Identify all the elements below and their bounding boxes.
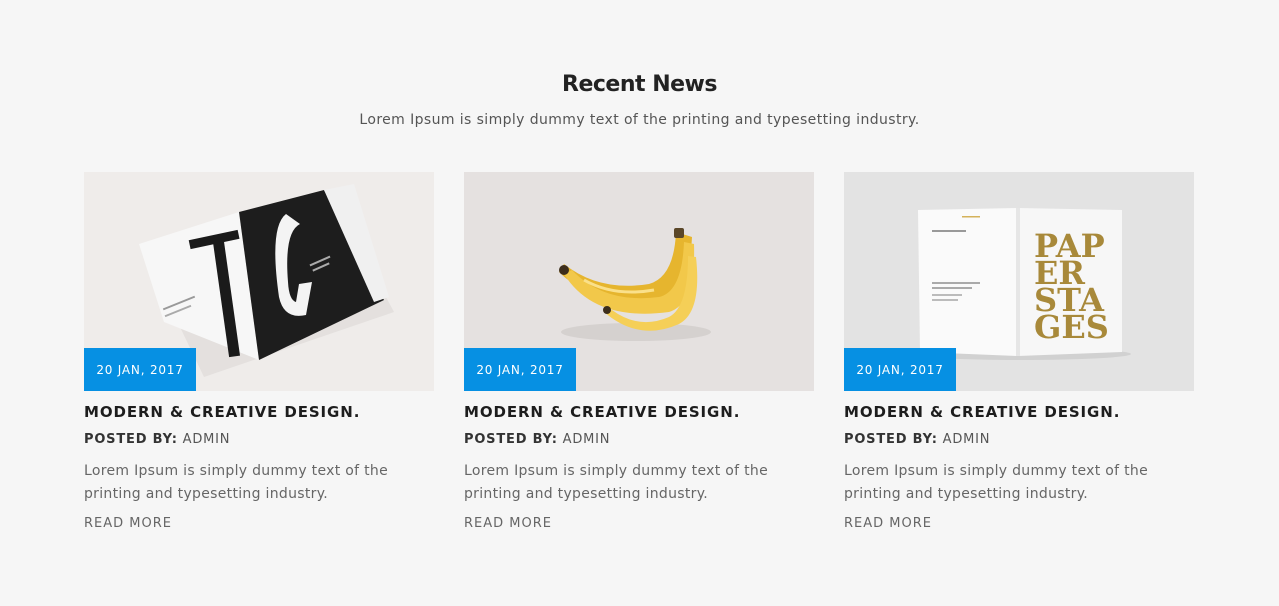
author-name[interactable]: ADMIN — [943, 432, 991, 447]
card-title[interactable]: MODERN & CREATIVE DESIGN. — [464, 403, 814, 421]
author-name[interactable]: ADMIN — [183, 432, 231, 447]
section-title: Recent News — [562, 72, 717, 97]
post-meta: POSTED BY: ADMIN — [84, 432, 434, 447]
recent-news-section: Recent News Lorem Ipsum is simply dummy … — [0, 0, 1279, 606]
post-excerpt: Lorem Ipsum is simply dummy text of the … — [84, 463, 388, 502]
posted-by-label: POSTED BY: — [464, 432, 558, 447]
read-more-link[interactable]: READ MORE — [464, 516, 552, 531]
date-badge: 20 JAN, 2017 — [844, 348, 956, 391]
read-more-link[interactable]: READ MORE — [844, 516, 932, 531]
author-name[interactable]: ADMIN — [563, 432, 611, 447]
news-card: PAP ER STA GES 20 JAN, 2017 MODERN & CRE… — [844, 172, 1194, 531]
card-title[interactable]: MODERN & CREATIVE DESIGN. — [844, 403, 1194, 421]
news-card: 20 JAN, 2017 MODERN & CREATIVE DESIGN. P… — [84, 172, 434, 531]
news-card: 20 JAN, 2017 MODERN & CREATIVE DESIGN. P… — [464, 172, 814, 531]
bananas-image[interactable]: 20 JAN, 2017 — [464, 172, 814, 391]
paper-stages-book-image[interactable]: PAP ER STA GES 20 JAN, 2017 — [844, 172, 1194, 391]
svg-text:GES: GES — [1034, 308, 1109, 346]
post-meta: POSTED BY: ADMIN — [844, 432, 1194, 447]
date-badge: 20 JAN, 2017 — [84, 348, 196, 391]
card-title[interactable]: MODERN & CREATIVE DESIGN. — [84, 403, 434, 421]
post-excerpt: Lorem Ipsum is simply dummy text of the … — [464, 463, 768, 502]
date-badge: 20 JAN, 2017 — [464, 348, 576, 391]
magazine-tg-image[interactable]: 20 JAN, 2017 — [84, 172, 434, 391]
read-more-link[interactable]: READ MORE — [84, 516, 172, 531]
post-excerpt: Lorem Ipsum is simply dummy text of the … — [844, 463, 1148, 502]
posted-by-label: POSTED BY: — [84, 432, 178, 447]
post-meta: POSTED BY: ADMIN — [464, 432, 814, 447]
posted-by-label: POSTED BY: — [844, 432, 938, 447]
section-subtitle: Lorem Ipsum is simply dummy text of the … — [359, 112, 920, 128]
